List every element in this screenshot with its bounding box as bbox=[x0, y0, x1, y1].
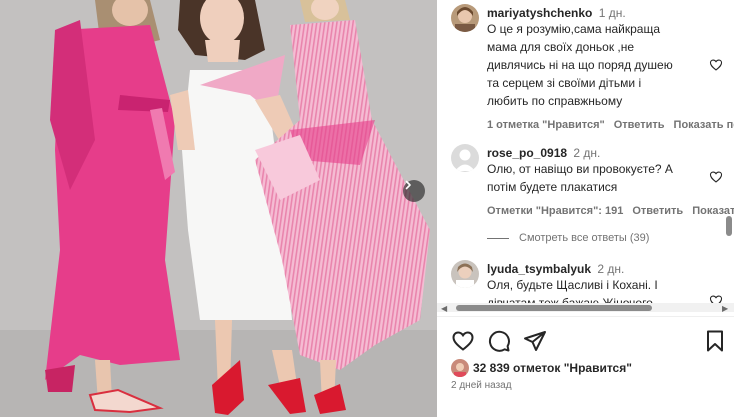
comment-line: Оля, будьте Щасливі і Кохані. І bbox=[487, 278, 658, 292]
bookmark-icon[interactable] bbox=[703, 329, 727, 353]
post-actions-bar bbox=[451, 329, 723, 353]
comment-likes-link[interactable]: 1 отметка "Нравится" bbox=[487, 119, 605, 131]
liker-avatar-photo bbox=[451, 359, 469, 377]
like-comment-heart-icon[interactable] bbox=[709, 170, 723, 184]
comment-text: Олю, от навіщо ви провокуєте? А потім бу… bbox=[487, 160, 723, 196]
avatar-photo bbox=[451, 260, 479, 288]
vertical-scrollbar-thumb[interactable] bbox=[726, 216, 732, 236]
likes-summary: 32 839 отметок "Нравится" bbox=[451, 359, 632, 377]
reply-button[interactable]: Ответить bbox=[614, 119, 665, 131]
avatar[interactable] bbox=[451, 260, 479, 288]
comment-username[interactable]: mariyatyshchenko bbox=[487, 6, 592, 20]
likes-count-link[interactable]: 32 839 отметок "Нравится" bbox=[473, 361, 632, 375]
comment-meta: 1 отметка "Нравится" Ответить Показать пер… bbox=[487, 119, 734, 131]
liker-avatar[interactable] bbox=[451, 359, 469, 377]
comment-line: потім будете плакатися bbox=[487, 180, 618, 194]
comment-line: дивлячись ні на що поряд душею bbox=[487, 58, 673, 72]
chevron-right-icon bbox=[405, 180, 411, 190]
comment-date[interactable]: 2 дн. bbox=[597, 262, 624, 276]
reply-button[interactable]: Ответить bbox=[632, 205, 683, 217]
avatar[interactable] bbox=[451, 144, 479, 172]
avatar-photo bbox=[451, 4, 479, 32]
comment-date[interactable]: 2 дн. bbox=[573, 146, 600, 160]
comments-pane: mariyatyshchenko 1 дн. О це я розумію,са… bbox=[437, 0, 734, 417]
heart-icon[interactable] bbox=[451, 329, 475, 353]
comment-line: любить по справжньому bbox=[487, 94, 623, 108]
horizontal-scrollbar[interactable]: ◀ ▶ bbox=[437, 303, 734, 312]
comment-username[interactable]: lyuda_tsymbalyuk bbox=[487, 262, 591, 276]
replies-divider-line bbox=[487, 237, 509, 239]
comment-username[interactable]: rose_po_0918 bbox=[487, 146, 567, 160]
translate-button[interactable]: Показать перевод bbox=[674, 119, 734, 131]
comment-meta: Отметки "Нравится": 191ОтветитьПоказать … bbox=[487, 205, 734, 217]
view-replies-button[interactable]: Смотреть все ответы (39) bbox=[487, 232, 649, 244]
comment-line: мама для своїх доньок ,не bbox=[487, 40, 635, 54]
comment-line: та серцем зі своїми дітьми і bbox=[487, 76, 642, 90]
comments-list[interactable]: mariyatyshchenko 1 дн. О це я розумію,са… bbox=[437, 0, 734, 312]
comment-likes-link[interactable]: Отметки "Нравится": 191 bbox=[487, 205, 623, 217]
comment-icon[interactable] bbox=[487, 329, 511, 353]
carousel-next-button[interactable] bbox=[403, 180, 425, 202]
post-timestamp[interactable]: 2 дней назад bbox=[451, 380, 512, 391]
horizontal-scrollbar-thumb[interactable] bbox=[456, 305, 652, 311]
scroll-right-arrow-icon[interactable]: ▶ bbox=[722, 304, 728, 312]
like-comment-heart-icon[interactable] bbox=[709, 58, 723, 72]
photo-illustration bbox=[0, 0, 437, 417]
comment-text: О це я розумію,сама найкраща мама для св… bbox=[487, 20, 723, 110]
comment-line: Олю, от навіщо ви провокуєте? А bbox=[487, 162, 673, 176]
view-replies-label: Смотреть все ответы (39) bbox=[519, 232, 650, 244]
post-photo bbox=[0, 0, 437, 417]
scroll-left-arrow-icon[interactable]: ◀ bbox=[441, 304, 447, 312]
comment-date[interactable]: 1 дн. bbox=[599, 6, 626, 20]
default-avatar-icon bbox=[451, 144, 479, 172]
share-icon[interactable] bbox=[523, 329, 547, 353]
section-divider bbox=[437, 316, 734, 317]
comment-line: О це я розумію,сама найкраща bbox=[487, 22, 661, 36]
avatar[interactable] bbox=[451, 4, 479, 32]
